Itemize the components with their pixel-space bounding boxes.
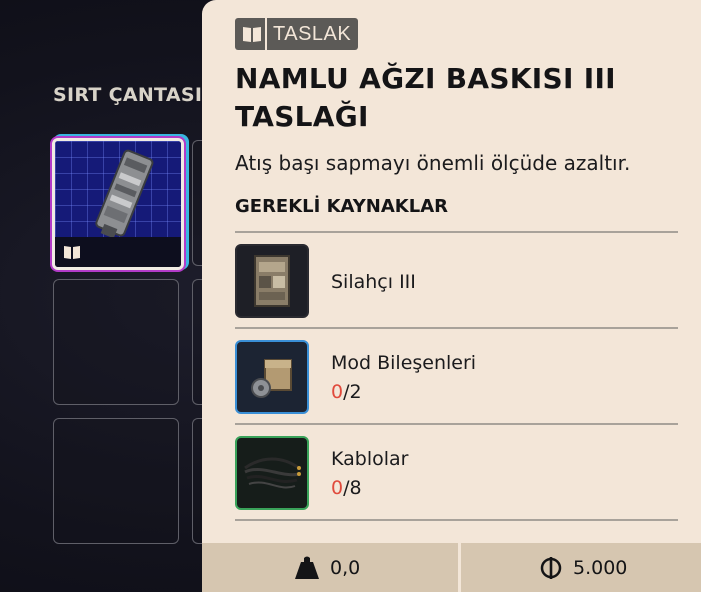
quantity-have: 0 xyxy=(331,381,344,403)
tag-label: TASLAK xyxy=(265,18,358,50)
requirement-row: Silahçı III xyxy=(235,244,678,320)
requirement-quantity: 0/2 xyxy=(331,381,362,403)
item-description: Atış başı sapmayı önemli ölçüde azaltır. xyxy=(235,151,631,175)
backpack-title: SIRT ÇANTASI xyxy=(53,84,203,106)
quantity-need: /2 xyxy=(343,381,362,403)
footer-separator xyxy=(458,543,461,592)
requirement-row: Kablolar 0/8 xyxy=(235,436,678,512)
muzzle-brake-icon xyxy=(95,149,154,239)
tooltip-footer: 0,0 5.000 xyxy=(202,543,701,592)
coin-icon xyxy=(540,556,562,579)
blueprint-book-icon xyxy=(64,246,80,259)
inventory-panel: SIRT ÇANTASI xyxy=(0,0,206,592)
mod-components-icon xyxy=(235,340,309,414)
requirement-name: Mod Bileşenleri xyxy=(331,352,477,374)
item-tooltip: TASLAK NAMLU AĞZI BASKISI III TASLAĞI At… xyxy=(202,0,701,592)
requirement-name: Silahçı III xyxy=(331,271,416,293)
workbench-icon xyxy=(235,244,309,318)
price-value: 5.000 xyxy=(573,556,628,579)
divider xyxy=(235,327,678,329)
weight-icon xyxy=(295,556,319,579)
requirements-title: GEREKLİ KAYNAKLAR xyxy=(235,196,449,217)
weight-value: 0,0 xyxy=(330,556,361,579)
inventory-slot-empty[interactable] xyxy=(53,418,179,544)
requirement-name: Kablolar xyxy=(331,448,409,470)
divider xyxy=(235,519,678,521)
requirement-row: Mod Bileşenleri 0/2 xyxy=(235,340,678,416)
price-stat: 5.000 xyxy=(539,543,627,592)
item-title: NAMLU AĞZI BASKISI III TASLAĞI xyxy=(235,62,616,133)
divider xyxy=(235,231,678,233)
quantity-need: /8 xyxy=(343,477,362,499)
quantity-have: 0 xyxy=(331,477,344,499)
blueprint-book-icon xyxy=(239,21,265,47)
requirement-quantity: 0/8 xyxy=(331,477,362,499)
blueprint-tag: TASLAK xyxy=(235,18,359,50)
inventory-slot-blueprint[interactable] xyxy=(52,138,184,270)
weight-stat: 0,0 xyxy=(294,543,360,592)
divider xyxy=(235,423,678,425)
cables-icon xyxy=(235,436,309,510)
inventory-slot-empty[interactable] xyxy=(53,279,179,405)
